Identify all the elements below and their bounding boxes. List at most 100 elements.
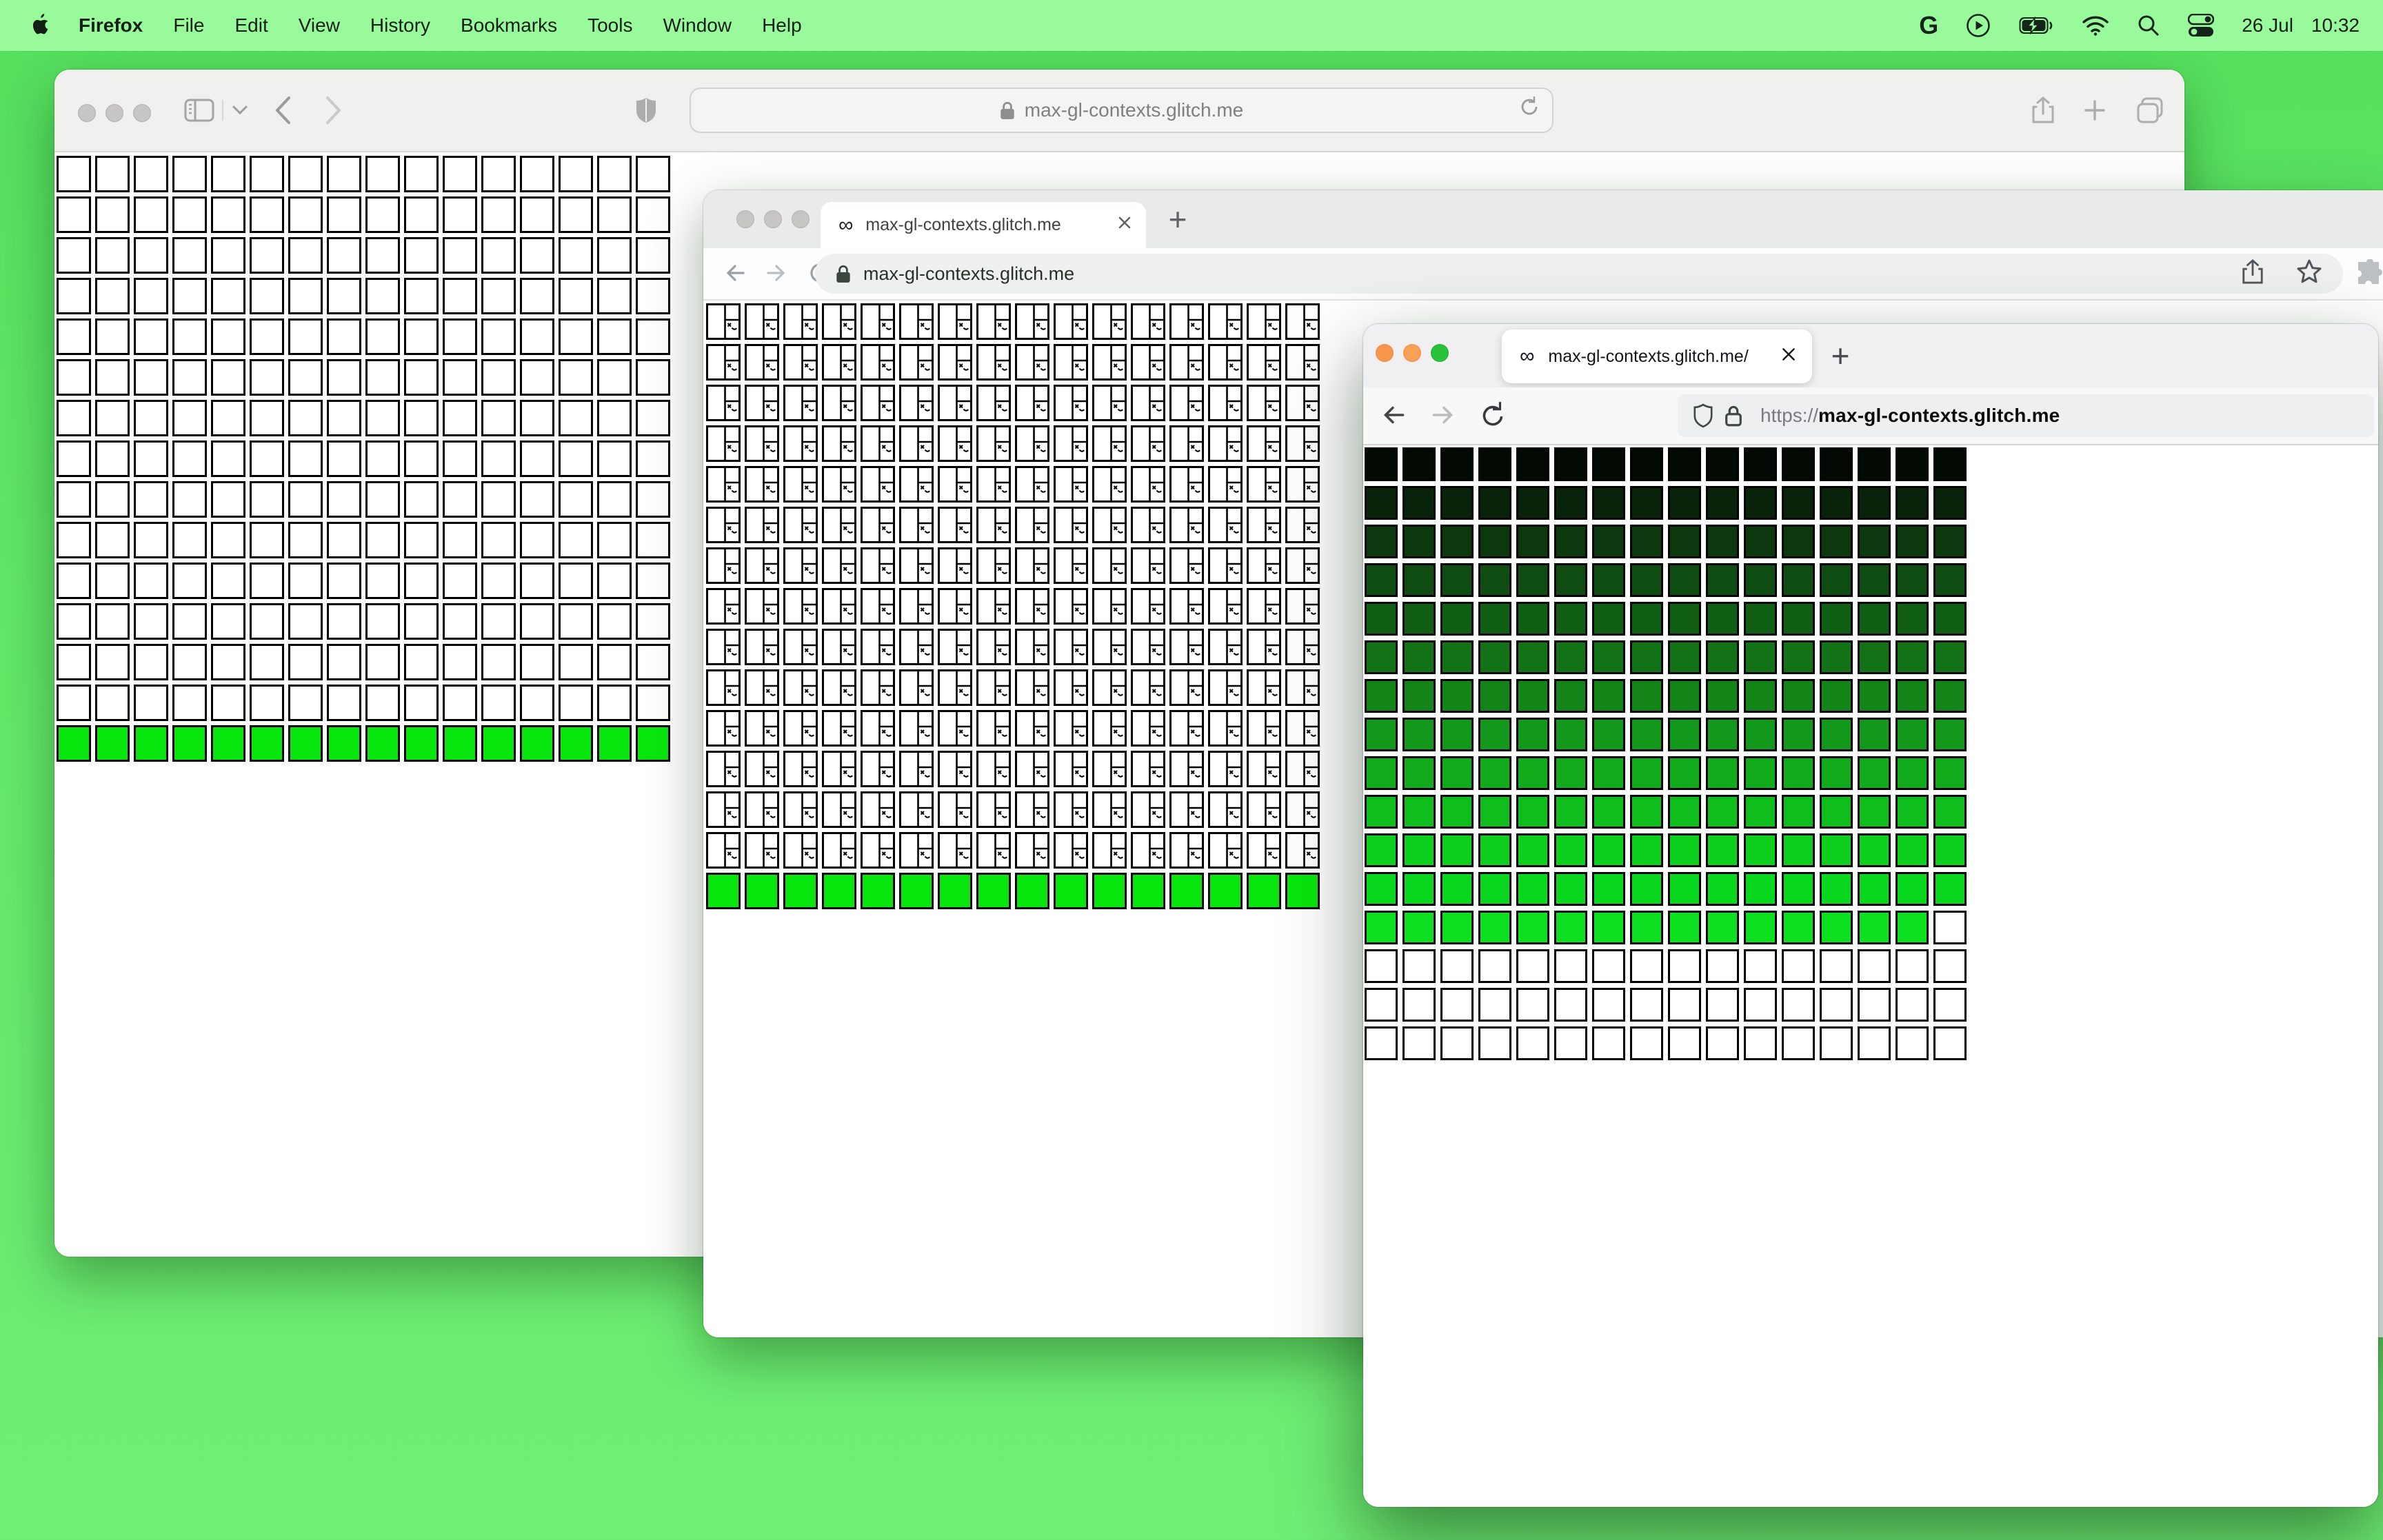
broken-image-icon <box>801 631 816 663</box>
canvas-cell <box>95 359 130 396</box>
privacy-shield-icon[interactable] <box>635 97 657 127</box>
canvas-cell <box>443 318 477 355</box>
broken-image-icon <box>878 387 893 419</box>
canvas-cell <box>57 603 91 640</box>
canvas-cell <box>443 685 477 721</box>
zoom-button[interactable] <box>1431 344 1449 362</box>
canvas-cell <box>211 603 245 640</box>
tab-overview-icon[interactable] <box>2135 96 2164 128</box>
canvas-cell <box>250 400 284 436</box>
canvas-cell <box>1440 602 1474 636</box>
canvas-cell <box>1365 602 1398 636</box>
forward-icon[interactable] <box>1428 398 1458 435</box>
safari-url-bar[interactable]: max-gl-contexts.glitch.me <box>690 88 1554 133</box>
close-button[interactable] <box>1376 344 1394 362</box>
canvas-cell <box>1092 588 1127 625</box>
chrome-active-tab[interactable]: ∞ max-gl-contexts.glitch.me <box>821 202 1146 248</box>
sidebar-toggle-icon[interactable] <box>184 99 214 125</box>
new-tab-button[interactable]: + <box>1164 203 1192 235</box>
minimize-button[interactable] <box>1403 344 1421 362</box>
forward-icon[interactable] <box>763 258 792 292</box>
canvas-cell <box>1365 525 1398 558</box>
bookmark-star-icon[interactable] <box>2296 259 2322 290</box>
canvas-cell <box>327 237 361 274</box>
canvas-cell <box>1744 949 1777 983</box>
broken-image-icon <box>801 468 816 500</box>
canvas-cell <box>481 440 516 477</box>
canvas-cell <box>1933 988 1967 1022</box>
menu-help[interactable]: Help <box>762 14 802 37</box>
google-g-icon[interactable]: G <box>1919 11 1938 40</box>
canvas-cell <box>861 588 895 625</box>
canvas-cell <box>95 563 130 599</box>
canvas-cell <box>899 303 934 340</box>
canvas-cell <box>172 725 207 762</box>
canvas-cell <box>327 400 361 436</box>
canvas-cell <box>211 237 245 274</box>
canvas-cell <box>211 400 245 436</box>
canvas-cell <box>1402 525 1436 558</box>
back-icon[interactable] <box>1378 398 1409 435</box>
close-button[interactable] <box>736 210 754 228</box>
menu-view[interactable]: View <box>299 14 340 37</box>
canvas-cell <box>1054 669 1088 706</box>
canvas-cell <box>706 344 741 381</box>
canvas-cell <box>559 603 593 640</box>
canvas-cell <box>1592 988 1625 1022</box>
menu-tools[interactable]: Tools <box>587 14 632 37</box>
lock-icon <box>1725 405 1742 427</box>
canvas-cell <box>861 629 895 665</box>
firefox-active-tab[interactable]: ∞ max-gl-contexts.glitch.me/ <box>1502 330 1812 383</box>
broken-image-icon <box>1149 590 1163 622</box>
canvas-cell <box>1858 718 1891 751</box>
minimize-button[interactable] <box>105 104 123 122</box>
menubar-date[interactable]: 26 Jul <box>2242 14 2293 37</box>
menu-edit[interactable]: Edit <box>234 14 268 37</box>
reload-icon[interactable] <box>1519 95 1540 123</box>
canvas-cell <box>1933 602 1967 636</box>
menu-file[interactable]: File <box>173 14 204 37</box>
broken-image-icon <box>1187 631 1202 663</box>
menu-bookmarks[interactable]: Bookmarks <box>461 14 557 37</box>
new-tab-button[interactable]: + <box>1827 340 1854 372</box>
canvas-cell <box>365 278 400 314</box>
close-button[interactable] <box>78 104 96 122</box>
canvas-cell <box>57 522 91 558</box>
tab-close-icon[interactable] <box>1117 215 1132 235</box>
apple-menu-icon[interactable] <box>28 14 48 37</box>
canvas-cell <box>597 481 632 518</box>
back-icon[interactable] <box>274 96 292 128</box>
back-icon[interactable] <box>720 258 749 292</box>
canvas-cell <box>1782 949 1815 983</box>
menubar-clock[interactable]: 10:32 <box>2311 14 2360 37</box>
desktop: { "menu_bar": { "app_name": "Firefox", "… <box>0 0 2383 1540</box>
broken-image-icon <box>1033 427 1047 460</box>
active-app-name[interactable]: Firefox <box>79 14 143 37</box>
menu-history[interactable]: History <box>370 14 430 37</box>
play-circle-icon[interactable] <box>1966 13 1991 38</box>
control-center-icon[interactable] <box>2188 14 2215 37</box>
canvas-cell <box>1516 640 1549 674</box>
battery-charging-icon[interactable] <box>2018 14 2054 37</box>
zoom-button[interactable] <box>792 210 810 228</box>
canvas-cell <box>559 278 593 314</box>
zoom-button[interactable] <box>133 104 151 122</box>
tab-title: max-gl-contexts.glitch.me <box>865 215 1061 234</box>
reload-icon[interactable] <box>1478 398 1508 435</box>
share-icon[interactable] <box>2031 96 2055 128</box>
canvas-cell <box>1858 525 1891 558</box>
new-tab-icon[interactable] <box>2083 99 2107 125</box>
forward-icon[interactable] <box>325 96 343 128</box>
canvas-cell <box>976 710 1011 747</box>
spotlight-search-icon[interactable] <box>2137 14 2160 37</box>
minimize-button[interactable] <box>764 210 782 228</box>
extensions-puzzle-icon[interactable] <box>2355 259 2383 292</box>
wifi-icon[interactable] <box>2082 14 2109 37</box>
tab-close-icon[interactable] <box>1780 346 1797 367</box>
canvas-cell <box>1440 679 1474 713</box>
firefox-url-bar[interactable]: https://max-gl-contexts.glitch.me <box>1678 394 2374 437</box>
sidebar-chevron-down-icon[interactable] <box>232 105 248 119</box>
share-icon[interactable] <box>2241 258 2264 290</box>
menu-window[interactable]: Window <box>663 14 732 37</box>
chrome-url-bar[interactable]: max-gl-contexts.glitch.me <box>815 254 2343 294</box>
